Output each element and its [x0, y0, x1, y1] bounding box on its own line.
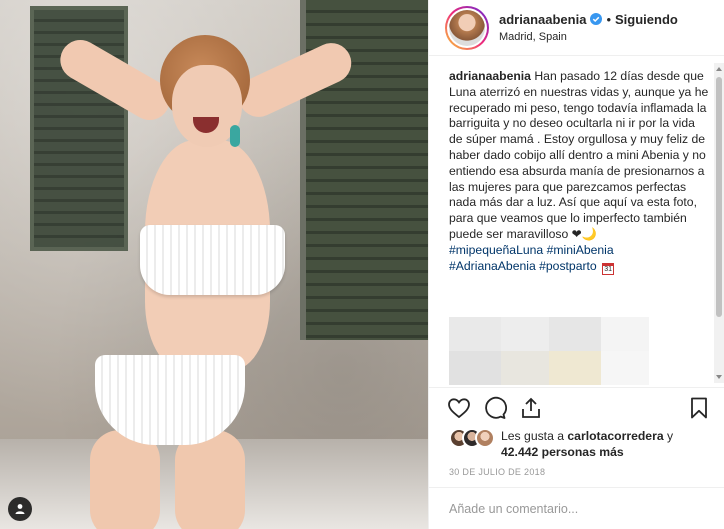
- caption: adrianaabenia Han pasado 12 días desde q…: [449, 69, 711, 275]
- verified-badge-icon: [590, 13, 603, 25]
- likes-count-link[interactable]: 42.442 personas más: [501, 445, 624, 459]
- heart-icon[interactable]: [447, 396, 471, 420]
- caption-scroll-area[interactable]: adrianaabenia Han pasado 12 días desde q…: [429, 57, 724, 387]
- comment-bubble-icon[interactable]: [483, 396, 507, 420]
- calendar-emoji-icon: 31: [602, 262, 615, 275]
- username-link[interactable]: adrianaabenia: [499, 13, 586, 26]
- blurred-comment-row: [449, 317, 709, 351]
- separator-dot: •: [606, 11, 611, 27]
- likes-summary: Les gusta a carlotacorredera y 42.442 pe…: [449, 428, 719, 460]
- action-bar: [429, 387, 724, 429]
- post-header: adrianaabenia • Siguiendo Madrid, Spain: [429, 0, 724, 56]
- liker-username-link[interactable]: carlotacorredera: [567, 429, 663, 443]
- earring: [230, 125, 240, 147]
- caption-scrollbar[interactable]: [714, 63, 724, 383]
- caption-text: Han pasado 12 días desde que Luna aterri…: [449, 69, 709, 241]
- share-icon[interactable]: [519, 396, 543, 420]
- user-tag-button[interactable]: [8, 497, 32, 521]
- comment-input[interactable]: [449, 501, 699, 516]
- post-side-panel: adrianaabenia • Siguiendo Madrid, Spain …: [428, 0, 724, 529]
- liker-avatars: [449, 428, 497, 448]
- hashtags-line-1[interactable]: #mipequeñaLuna #miniAbenia: [449, 243, 614, 257]
- post-photo[interactable]: [0, 0, 428, 529]
- caption-username[interactable]: adrianaabenia: [449, 69, 531, 83]
- comment-box: [429, 487, 724, 529]
- scroll-up-arrow-icon[interactable]: [716, 67, 722, 71]
- bikini-bottom: [95, 355, 245, 445]
- hashtags-line-2[interactable]: #AdrianaAbenia #postparto: [449, 259, 597, 273]
- post-date[interactable]: 30 DE JULIO DE 2018: [449, 467, 545, 477]
- user-tag-icon: [15, 504, 25, 514]
- following-button[interactable]: Siguiendo: [615, 13, 678, 26]
- avatar[interactable]: [445, 5, 489, 50]
- bookmark-icon[interactable]: [687, 396, 711, 420]
- leg-left: [90, 430, 160, 529]
- scroll-down-arrow-icon[interactable]: [716, 375, 722, 379]
- scroll-thumb[interactable]: [716, 77, 722, 317]
- bikini-top: [140, 225, 285, 295]
- likes-text: Les gusta a carlotacorredera y 42.442 pe…: [501, 429, 674, 459]
- location-link[interactable]: Madrid, Spain: [499, 31, 678, 43]
- avatar-image: [449, 9, 485, 46]
- blurred-comment-row: [449, 351, 709, 385]
- woman-figure: [53, 32, 358, 529]
- liker-avatar[interactable]: [475, 428, 495, 448]
